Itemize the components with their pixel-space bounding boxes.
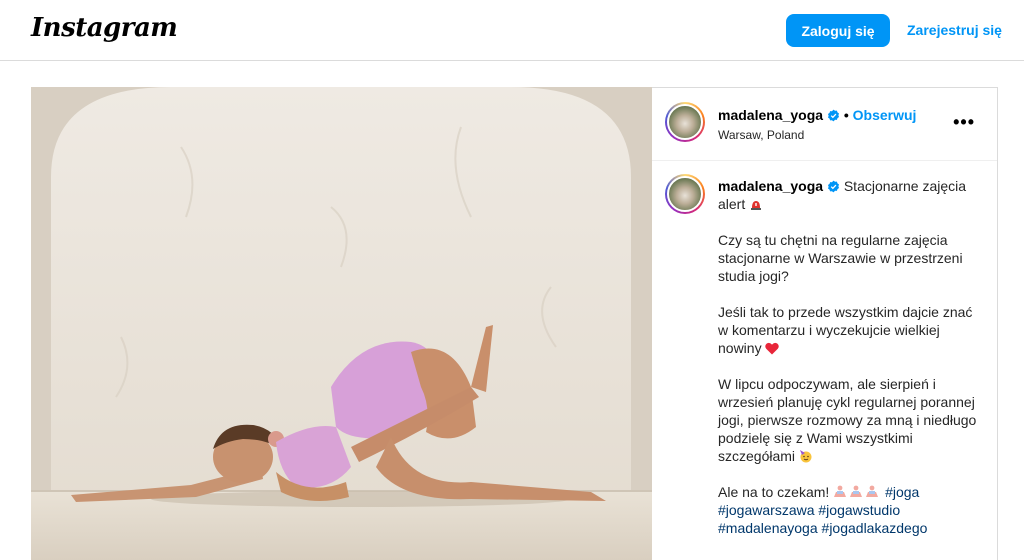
post-sidebar: madalena_yoga • Obserwuj Warsaw, Poland … xyxy=(652,87,998,560)
avatar[interactable] xyxy=(665,102,705,142)
login-button[interactable]: Zaloguj się xyxy=(786,14,890,47)
hashtag-link[interactable]: #jogawarszawa xyxy=(718,502,815,518)
post-caption: madalena_yoga Stacjonarne zajęcia alert … xyxy=(718,177,978,555)
hashtag-link[interactable]: #jogawstudio xyxy=(818,502,900,518)
caption-paragraph: Ale na to czekam! xyxy=(718,484,830,500)
caption-paragraph: W lipcu odpoczywam, ale sierpień i wrzes… xyxy=(718,376,977,464)
instagram-logo[interactable]: Instagram xyxy=(31,13,178,43)
siren-icon xyxy=(751,201,762,210)
hashtag-link[interactable]: #madalenayoga xyxy=(718,520,818,536)
caption-paragraph: Czy są tu chętni na regularne zajęcia st… xyxy=(718,232,963,284)
verified-badge-icon xyxy=(827,109,839,122)
post-author-line: madalena_yoga • Obserwuj xyxy=(718,107,916,123)
signup-link[interactable]: Zarejestruj się xyxy=(907,22,1002,38)
post-header: madalena_yoga • Obserwuj Warsaw, Poland … xyxy=(652,88,997,161)
caption-paragraph: Jeśli tak to przede wszystkim dajcie zna… xyxy=(718,304,973,356)
separator-dot: • xyxy=(843,107,849,123)
post-location[interactable]: Warsaw, Poland xyxy=(718,128,804,142)
yoga-pose-image xyxy=(31,87,652,560)
post-photo[interactable] xyxy=(31,87,652,560)
hashtag-link[interactable]: #jogadlakazdego xyxy=(822,520,928,536)
username[interactable]: madalena_yoga xyxy=(718,107,823,123)
heart-icon xyxy=(765,342,780,355)
caption-username[interactable]: madalena_yoga xyxy=(718,178,823,194)
verified-badge-icon xyxy=(827,180,839,193)
top-navigation: Instagram Zaloguj się Zarejestruj się xyxy=(0,0,1024,61)
more-options-icon[interactable]: ••• xyxy=(953,112,975,133)
meditating-person-icon xyxy=(834,485,879,497)
follow-button[interactable]: Obserwuj xyxy=(853,107,917,123)
hashtag-link[interactable]: #joga xyxy=(885,484,919,500)
avatar[interactable] xyxy=(665,174,705,214)
party-face-icon xyxy=(799,450,812,463)
